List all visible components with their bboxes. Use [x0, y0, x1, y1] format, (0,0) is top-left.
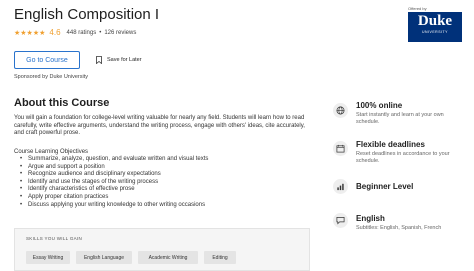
side-item-subtitle: Reset deadlines in accordance to your sc… [356, 151, 450, 164]
duke-logo[interactable]: Duke UNIVERSITY [408, 12, 462, 42]
skills-panel [14, 228, 310, 271]
rating-separator: • [99, 29, 102, 36]
skill-chip[interactable]: Academic Writing [138, 251, 198, 264]
save-for-later-label: Save for Later [107, 57, 142, 63]
bookmark-icon [96, 56, 102, 64]
bar-chart-icon [333, 179, 348, 194]
save-for-later-button[interactable]: Save for Later [96, 56, 142, 64]
go-to-course-button[interactable]: Go to Course [14, 51, 80, 69]
page-title: English Composition I [14, 6, 160, 23]
globe-icon [333, 103, 348, 118]
side-item-subtitle: Start instantly and learn at your own sc… [356, 112, 444, 125]
side-item-title: English [356, 214, 385, 223]
list-item: Apply proper citation practices [20, 194, 208, 202]
skill-chip[interactable]: Essay Writing [26, 251, 70, 264]
side-item-title: Beginner Level [356, 182, 414, 191]
about-heading: About this Course [14, 97, 110, 109]
rating-row: ★★★★★ 4.6 448 ratings • 126 reviews [14, 28, 136, 37]
skill-chip[interactable]: English Language [76, 251, 132, 264]
list-item: Identify and use the stages of the writi… [20, 179, 208, 187]
reviews-count[interactable]: 126 reviews [104, 30, 136, 36]
ratings-count[interactable]: 448 ratings [67, 30, 97, 36]
chat-icon [333, 213, 348, 228]
side-item-title: Flexible deadlines [356, 140, 425, 149]
skills-heading: SKILLS YOU WILL GAIN [26, 236, 83, 241]
learning-objectives-list: Summarize, analyze, question, and evalua… [20, 156, 208, 210]
offered-by-panel: Offered by Duke UNIVERSITY [402, 6, 462, 42]
list-item: Argue and support a position [20, 164, 208, 172]
rating-stars: ★★★★★ [14, 29, 46, 37]
list-item: Summarize, analyze, question, and evalua… [20, 156, 208, 164]
side-item-subtitle: Subtitles: English, Spanish, French [356, 225, 442, 231]
list-item: Recognize audience and disciplinary expe… [20, 171, 208, 179]
list-item: Discuss applying your writing knowledge … [20, 202, 208, 210]
skill-chip[interactable]: Editing [204, 251, 236, 264]
learning-objectives-heading: Course Learning Objectives [14, 149, 89, 155]
duke-logo-word: Duke [417, 13, 453, 29]
list-item: Identify characteristics of effective pr… [20, 186, 208, 194]
side-item-title: 100% online [356, 101, 403, 110]
course-description: You will gain a foundation for college-l… [14, 115, 305, 137]
offered-by-label: Offered by [408, 6, 427, 11]
rating-value: 4.6 [49, 28, 61, 37]
calendar-icon [333, 141, 348, 156]
sponsored-by: Sponsored by Duke University [14, 74, 88, 80]
duke-logo-sub: UNIVERSITY [421, 30, 448, 34]
